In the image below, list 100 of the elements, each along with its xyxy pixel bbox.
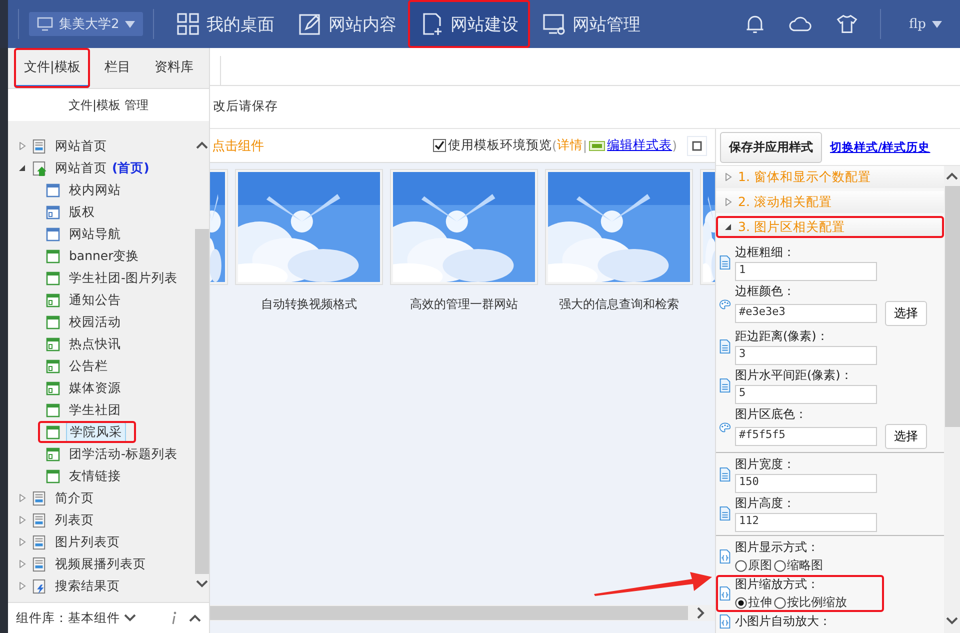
- expand-arrow-icon[interactable]: [18, 538, 26, 546]
- shirt-icon[interactable]: [836, 13, 858, 35]
- tree-item[interactable]: 网站导航: [66, 224, 124, 244]
- color-field[interactable]: #e3e3e3: [735, 304, 877, 323]
- caret-icon: [932, 20, 942, 28]
- page-icon: [32, 512, 46, 528]
- collapse-arrow-icon[interactable]: [724, 223, 732, 231]
- home-page-icon: [32, 160, 46, 176]
- hint-text: 点击组件: [212, 138, 264, 154]
- nav-tab[interactable]: 网站建设: [408, 0, 530, 48]
- scrollbar-thumb[interactable]: [194, 229, 208, 574]
- home-tag: (首页): [112, 160, 150, 176]
- radio-label[interactable]: 缩略图: [787, 557, 823, 574]
- nav-tab[interactable]: 网站管理: [530, 0, 652, 48]
- field-label: 边框粗细：: [735, 244, 796, 261]
- tree-item[interactable]: 图片列表页: [52, 532, 123, 552]
- checkbox-label[interactable]: 使用模板环境预览: [448, 137, 552, 154]
- scroll-down-icon[interactable]: [946, 617, 958, 625]
- tree-item[interactable]: 公告栏: [66, 356, 111, 376]
- monitor-gear-icon: [542, 12, 566, 36]
- tree-item[interactable]: 热点快讯: [66, 334, 124, 354]
- document-icon: [719, 255, 731, 270]
- tree-item[interactable]: 简介页: [52, 488, 97, 508]
- radio-button[interactable]: [735, 560, 747, 572]
- user-menu[interactable]: flp: [903, 16, 948, 32]
- radio-label[interactable]: 按比例缩放: [787, 594, 847, 611]
- edit-stylesheet-link[interactable]: 编辑样式表: [607, 137, 672, 154]
- text-field[interactable]: 3: [735, 346, 877, 365]
- select-button[interactable]: 选择: [885, 301, 927, 326]
- field-label: 图片高度：: [735, 495, 796, 512]
- tree-item[interactable]: 视频展播列表页: [52, 554, 149, 574]
- separator-text: |: [582, 138, 588, 153]
- maximize-icon: [692, 140, 702, 150]
- tree-item[interactable]: 通知公告: [66, 290, 124, 310]
- scroll-down-icon[interactable]: [196, 580, 208, 588]
- radio-label[interactable]: 拉伸: [748, 594, 772, 611]
- nav-tab[interactable]: 网站内容: [286, 0, 408, 48]
- expand-arrow-icon[interactable]: [18, 494, 26, 502]
- code-file-icon: [719, 586, 731, 601]
- tree-item[interactable]: 搜索结果页: [52, 576, 123, 596]
- tree-item[interactable]: 友情链接: [66, 466, 124, 486]
- tree-item[interactable]: 学生社团: [66, 400, 124, 420]
- grid-icon: [176, 12, 200, 36]
- monitor-icon: [37, 17, 53, 31]
- page-icon: [32, 138, 46, 154]
- tree-item[interactable]: 校园活动: [66, 312, 124, 332]
- code-file-icon: [719, 614, 731, 629]
- expand-arrow-icon[interactable]: [18, 142, 26, 150]
- expand-arrow-icon[interactable]: [724, 198, 732, 206]
- field-label: 距边距离(像素)：: [735, 328, 830, 345]
- logo-strip: [0, 0, 8, 48]
- maximize-button[interactable]: [687, 136, 707, 156]
- color-field[interactable]: #f5f5f5: [735, 427, 877, 446]
- dropdown-chevron-icon[interactable]: [124, 614, 136, 622]
- expand-arrow-icon[interactable]: [18, 582, 26, 590]
- info-icon[interactable]: [171, 611, 177, 625]
- tree-item[interactable]: 学生社团-图片列表: [66, 268, 180, 288]
- radio-label[interactable]: 原图: [748, 557, 772, 574]
- tree-item[interactable]: 列表页: [52, 510, 97, 530]
- thumbnail-caption: 强大的信息查询和检索: [559, 296, 679, 313]
- field-label: 边框颜色：: [735, 283, 796, 300]
- radio-button[interactable]: [774, 560, 786, 572]
- scrollbar-thumb[interactable]: [944, 186, 960, 427]
- radio-button[interactable]: [735, 596, 747, 608]
- thumbnail-caption: 自动转换视频格式: [261, 296, 357, 313]
- caret-icon: [125, 20, 136, 28]
- tree-item[interactable]: 学院风采: [66, 422, 126, 442]
- collapse-icon[interactable]: [189, 614, 201, 622]
- site-selector[interactable]: 集美大学2: [29, 12, 144, 36]
- text-field[interactable]: 112: [735, 513, 877, 532]
- panel-tab[interactable]: 栏目: [94, 48, 140, 88]
- palette-icon: [719, 420, 731, 435]
- code-file-icon: [719, 549, 731, 564]
- tree-item[interactable]: 网站首页: [52, 158, 110, 178]
- text-field[interactable]: 150: [735, 474, 877, 493]
- tree-item[interactable]: 网站首页: [52, 136, 110, 156]
- style-history-link[interactable]: 切换样式/样式历史: [830, 140, 930, 154]
- checkbox[interactable]: [433, 139, 446, 152]
- text-field[interactable]: 5: [735, 385, 877, 404]
- tree-item[interactable]: 版权: [66, 202, 98, 222]
- bell-icon[interactable]: [744, 13, 766, 35]
- tree-item[interactable]: 校内网站: [66, 180, 124, 200]
- tree-item[interactable]: banner变换: [66, 246, 142, 266]
- expand-arrow-icon[interactable]: [724, 173, 732, 181]
- tree-item[interactable]: 媒体资源: [66, 378, 124, 398]
- scroll-right-icon[interactable]: [696, 607, 706, 619]
- document-icon: [719, 506, 731, 521]
- scroll-up-icon[interactable]: [946, 172, 958, 180]
- scroll-up-icon[interactable]: [196, 141, 208, 149]
- save-apply-button[interactable]: 保存并应用样式: [720, 132, 822, 162]
- tree-item[interactable]: 团学活动-标题列表: [66, 444, 180, 464]
- expand-arrow-icon[interactable]: [18, 516, 26, 524]
- panel-tab[interactable]: 资料库: [144, 48, 204, 88]
- nav-tab[interactable]: 我的桌面: [164, 0, 286, 48]
- expand-arrow-icon[interactable]: [18, 560, 26, 568]
- radio-button[interactable]: [774, 596, 786, 608]
- horizontal-scrollbar-thumb[interactable]: [210, 606, 688, 620]
- text-field[interactable]: 1: [735, 262, 877, 281]
- collapse-arrow-icon[interactable]: [18, 164, 26, 172]
- select-button[interactable]: 选择: [885, 424, 927, 449]
